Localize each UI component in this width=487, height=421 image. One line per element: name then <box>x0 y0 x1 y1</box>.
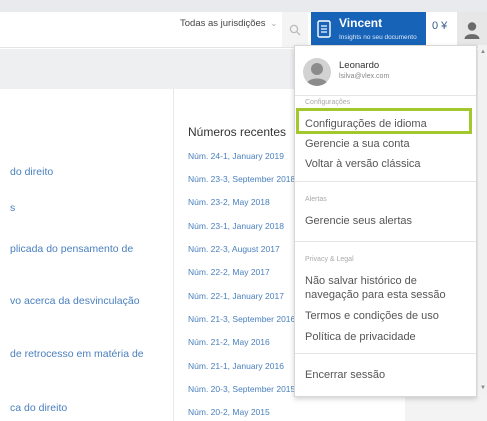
issue-link[interactable]: Núm. 23-1, January 2018 <box>188 221 284 231</box>
issue-link[interactable]: Núm. 21-2, May 2016 <box>188 337 270 347</box>
chevron-down-icon: ⌄ <box>270 19 278 28</box>
avatar <box>303 58 331 86</box>
credits-counter[interactable]: 0 ¥ <box>432 20 447 32</box>
alerts-section-title: Alertas <box>305 196 327 203</box>
article-link[interactable]: do direito <box>10 166 53 178</box>
jurisdiction-selector[interactable]: Todas as jurisdições ⌄ <box>180 18 277 29</box>
privacy-section-title: Privacy & Legal <box>305 256 354 263</box>
search-icon <box>289 24 301 35</box>
search-button[interactable] <box>282 12 308 47</box>
menu-item-terms[interactable]: Termos e condições de uso <box>305 309 473 323</box>
issue-link[interactable]: Núm. 22-2, May 2017 <box>188 267 270 277</box>
issue-link[interactable]: Núm. 23-2, May 2018 <box>188 197 270 207</box>
divider <box>295 95 476 96</box>
user-name: Leonardo <box>339 60 380 71</box>
user-icon <box>306 63 328 86</box>
highlight-box <box>296 108 472 134</box>
menu-item-privacy-policy[interactable]: Política de privacidade <box>305 330 473 344</box>
jurisdiction-label: Todas as jurisdições <box>180 18 266 29</box>
menu-item-classic-version[interactable]: Voltar à versão clássica <box>305 157 473 171</box>
left-column: do direito s plicada do pensamento de vo… <box>0 89 174 421</box>
divider <box>295 241 476 242</box>
vincent-button[interactable]: Vincent Insights no seu documento <box>311 12 426 47</box>
settings-section-title: Configurações <box>305 99 351 106</box>
user-email: lsilva@vlex.com <box>339 73 390 80</box>
user-menu-button[interactable] <box>457 12 487 47</box>
issue-link[interactable]: Núm. 22-3, August 2017 <box>188 244 280 254</box>
dropdown-scrollbar[interactable]: ▲ ▼ <box>478 45 487 397</box>
article-link[interactable]: de retrocesso em matéria de <box>10 348 144 360</box>
vincent-title: Vincent <box>339 16 383 30</box>
issue-link[interactable]: Núm. 24-1, January 2019 <box>188 151 284 161</box>
menu-item-manage-alerts[interactable]: Gerencie seus alertas <box>305 214 473 228</box>
menu-item-no-history[interactable]: Não salvar histórico de navegação para e… <box>305 274 473 302</box>
divider <box>295 353 476 354</box>
scroll-up-icon[interactable]: ▲ <box>480 49 486 55</box>
menu-item-manage-account[interactable]: Gerencie a sua conta <box>305 137 473 151</box>
issue-link[interactable]: Núm. 21-1, January 2016 <box>188 361 284 371</box>
user-dropdown-menu: Leonardo lsilva@vlex.com Configurações C… <box>294 45 477 397</box>
top-bar: Todas as jurisdições ⌄ Vincent Insights n… <box>0 0 487 48</box>
divider <box>295 181 476 182</box>
issue-link[interactable]: Núm. 20-3, September 2015 <box>188 384 295 394</box>
issue-link[interactable]: Núm. 21-3, September 2016 <box>188 314 295 324</box>
vincent-subtitle: Insights no seu documento <box>339 34 417 41</box>
issue-link[interactable]: Núm. 23-3, September 2018 <box>188 174 295 184</box>
document-icon <box>317 20 331 38</box>
article-link[interactable]: ca do direito <box>10 402 67 414</box>
issue-link[interactable]: Núm. 22-1, January 2017 <box>188 291 284 301</box>
menu-item-logout[interactable]: Encerrar sessão <box>305 368 473 382</box>
recent-issues-heading: Números recentes <box>188 125 287 139</box>
article-link[interactable]: s <box>10 202 15 214</box>
issue-link[interactable]: Núm. 20-2, May 2015 <box>188 407 270 417</box>
article-link[interactable]: plicada do pensamento de <box>10 243 133 255</box>
dropdown-caret <box>460 46 476 53</box>
article-link[interactable]: vo acerca da desvinculação <box>10 295 140 307</box>
app-frame: Todas as jurisdições ⌄ Vincent Insights n… <box>0 0 487 421</box>
scroll-down-icon[interactable]: ▼ <box>480 385 486 391</box>
user-icon <box>464 21 480 39</box>
